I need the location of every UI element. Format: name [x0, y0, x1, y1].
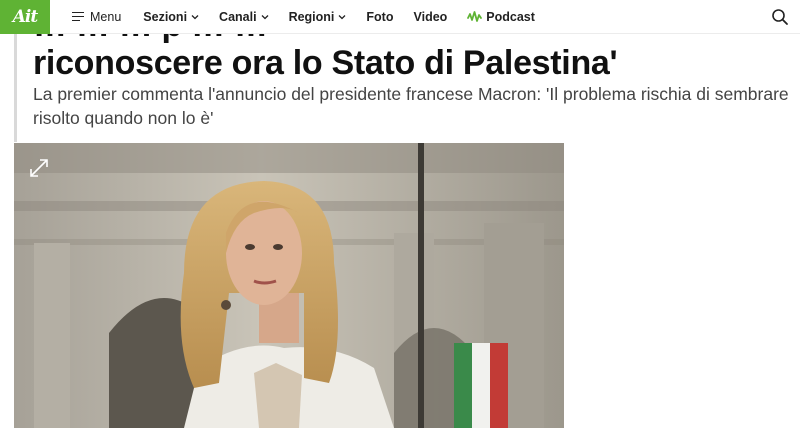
nav-item-canali[interactable]: Canali [219, 0, 269, 34]
nav-label-regioni: Regioni [288, 9, 335, 24]
chevron-down-icon [261, 14, 269, 19]
article-summary: La premier commenta l'annuncio del presi… [33, 84, 789, 128]
chevron-down-icon [338, 14, 346, 19]
search-icon [772, 9, 788, 25]
article: … … … p … … riconoscere ora lo Stato di … [0, 0, 800, 428]
search-button[interactable] [770, 7, 790, 27]
nav-label-video: Video [413, 9, 448, 24]
article-photo[interactable] [14, 143, 564, 428]
nav-label-foto: Foto [366, 9, 394, 24]
nav-item-foto[interactable]: Foto [366, 0, 393, 34]
site-logo[interactable]: Ait [0, 0, 50, 34]
hamburger-icon [72, 9, 84, 24]
nav-item-sezioni[interactable]: Sezioni [143, 0, 199, 34]
headline-line-2: riconoscere ora lo Stato di Palestina' [33, 44, 618, 82]
menu-button[interactable]: Menu [72, 0, 121, 34]
headline-rule [14, 34, 17, 142]
nav-label-canali: Canali [219, 9, 257, 24]
chevron-down-icon [191, 14, 199, 19]
nav-label-podcast: Podcast [486, 9, 535, 24]
site-header: Ait Menu Sezioni Canali Regioni Foto Vid… [0, 0, 800, 34]
nav-item-regioni[interactable]: Regioni [289, 0, 347, 34]
menu-label: Menu [90, 9, 122, 24]
page: … … … p … … riconoscere ora lo Stato di … [0, 0, 800, 428]
photo-illustration [14, 143, 564, 428]
nav-item-video[interactable]: Video [413, 0, 447, 34]
nav-item-podcast[interactable]: Podcast [467, 0, 535, 34]
main-nav: Menu Sezioni Canali Regioni Foto Video P… [72, 0, 555, 34]
podcast-icon [467, 10, 483, 22]
expand-icon[interactable] [28, 157, 50, 179]
nav-label-sezioni: Sezioni [143, 9, 188, 24]
